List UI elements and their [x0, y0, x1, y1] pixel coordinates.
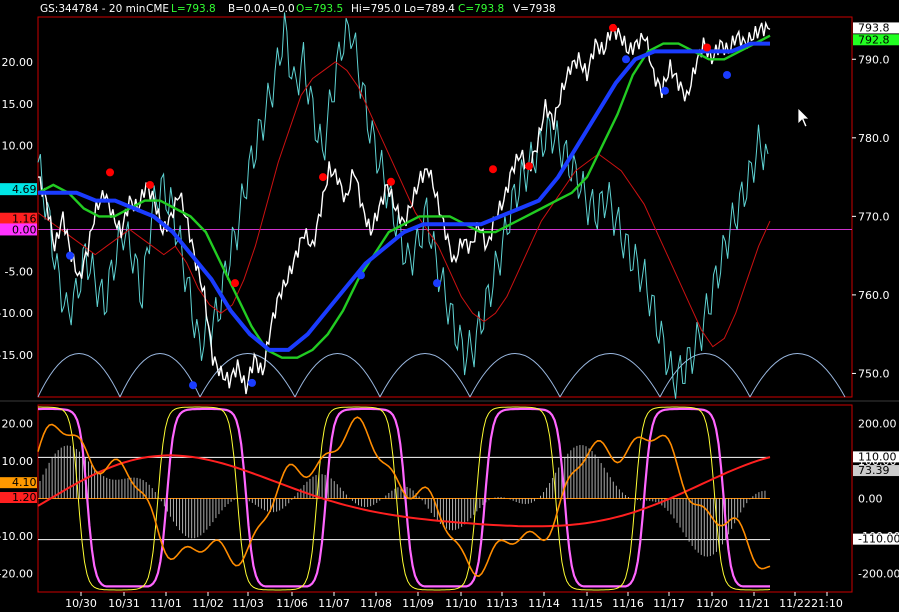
x-tick-label: 11/15: [571, 597, 603, 610]
upper-right-tick-label: 790.0: [858, 53, 890, 66]
lower-right-badge-label: -110.00: [858, 533, 899, 546]
red-signal-dot: [146, 180, 154, 189]
upper-left-badge-label: 0.00: [12, 223, 37, 236]
upper-left-tick-label: 20.00: [2, 56, 34, 69]
x-tick-label: 10/31: [108, 597, 140, 610]
lower-right-badge-label: 73.39: [858, 464, 890, 477]
lower-right-tick-label: 0.00: [858, 493, 883, 506]
x-tick-label: 11/06: [276, 597, 308, 610]
x-tick-label: 11/20: [696, 597, 728, 610]
red-signal-dot: [703, 43, 711, 52]
lower-right-tick-label: 200.00: [858, 418, 897, 431]
blue-signal-dot: [357, 271, 365, 280]
red-signal-dot: [525, 162, 533, 171]
lower-left-tick-label: 10.00: [2, 455, 34, 468]
upper-right-tick-label: 750.0: [858, 367, 890, 380]
header-ask: A=0.0: [262, 3, 295, 15]
blue-signal-dot: [248, 378, 256, 387]
header-low: Lo=789.4: [404, 3, 455, 15]
chart-window: 20.0015.0010.005.000.00-5.00-10.00-15.00…: [0, 0, 899, 612]
upper-left-tick-label: -15.00: [0, 349, 33, 362]
lower-left-tick-label: 20.00: [2, 418, 34, 431]
blue-signal-dot: [661, 86, 669, 95]
upper-right-tick-label: 760.0: [858, 289, 890, 302]
red-signal-dot: [489, 165, 497, 174]
header-exchange: CME: [146, 3, 169, 15]
blue-signal-dot: [433, 279, 441, 288]
header-volume: V=7938: [513, 3, 556, 15]
x-tick-label: 11/07: [318, 597, 350, 610]
x-tick-label: 10/30: [65, 597, 97, 610]
upper-left-tick-label: 10.00: [2, 140, 34, 153]
upper-left-tick-label: -5.00: [5, 265, 33, 278]
blue-signal-dot: [66, 251, 74, 260]
header-close: C=793.8: [458, 3, 504, 15]
red-signal-dot: [609, 23, 617, 32]
blue-signal-dot: [189, 381, 197, 390]
header-bid: B=0.0: [228, 3, 261, 15]
x-tick-label: 11/01: [150, 597, 182, 610]
blue-signal-dot: [723, 70, 731, 79]
chart-header: GS:344784 - 20 min CME L=793.8 B=0.0 A=0…: [40, 3, 556, 15]
lower-left-badge-label: 1.20: [12, 491, 37, 504]
x-tick-label: 11/03: [232, 597, 264, 610]
x-tick-label: 11/02: [192, 597, 224, 610]
upper-left-tick-label: -10.00: [0, 307, 33, 320]
header-open: O=793.5: [296, 3, 343, 15]
x-tick-label: 11/16: [612, 597, 644, 610]
x-tick-label: 11/08: [360, 597, 392, 610]
x-tick-label: 11/10: [445, 597, 477, 610]
lower-right-tick-label: -200.00: [858, 567, 899, 580]
header-last: L=793.8: [171, 3, 216, 15]
upper-left-tick-label: 15.00: [2, 98, 34, 111]
x-tick-label: 21:10: [811, 597, 843, 610]
red-signal-dot: [387, 177, 395, 186]
upper-right-badge-label: 792.8: [858, 33, 890, 46]
x-tick-label: 11/13: [486, 597, 518, 610]
x-tick-label: 11/22: [779, 597, 811, 610]
upper-left-badge-label: 4.69: [12, 183, 37, 196]
blue-signal-dot: [622, 55, 630, 64]
lower-left-tick-label: -20.00: [0, 567, 33, 580]
x-tick-label: 11/21: [738, 597, 770, 610]
upper-right-tick-label: 780.0: [858, 132, 890, 145]
red-signal-dot: [231, 279, 239, 288]
lower-right-badge-label: 110.00: [858, 450, 897, 463]
red-signal-dot: [106, 168, 114, 177]
lower-left-tick-label: -10.00: [0, 530, 33, 543]
chart-canvas: 20.0015.0010.005.000.00-5.00-10.00-15.00…: [0, 0, 899, 612]
x-tick-label: 11/17: [653, 597, 685, 610]
x-tick-label: 11/14: [528, 597, 560, 610]
header-symbol: GS:344784 - 20 min: [40, 3, 145, 15]
header-high: Hi=795.0: [351, 3, 401, 15]
red-signal-dot: [319, 173, 327, 182]
x-tick-label: 11/09: [402, 597, 434, 610]
lower-left-badge-label: 4.10: [12, 476, 37, 489]
upper-right-tick-label: 770.0: [858, 210, 890, 223]
